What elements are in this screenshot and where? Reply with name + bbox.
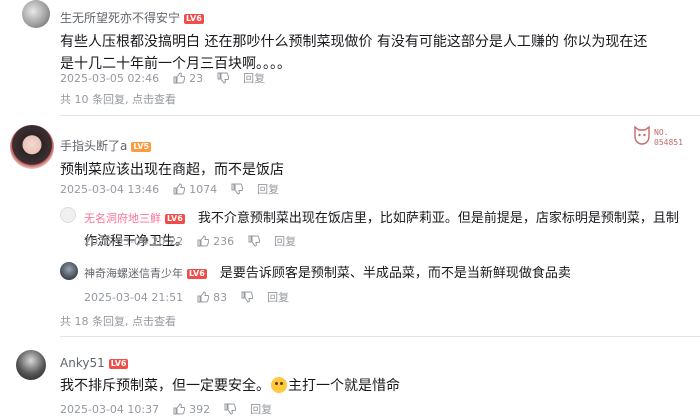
dislike-button[interactable] — [224, 403, 237, 415]
dislike-button[interactable] — [248, 235, 261, 247]
comment-meta: 2025-03-05 02:46 23 回复 — [60, 70, 265, 86]
dislike-button[interactable] — [231, 183, 244, 195]
comment-text: 我不排斥预制菜，但一定要安全。 主打一个就是惜命 — [60, 375, 660, 397]
level-badge: LV6 — [165, 214, 185, 224]
comment-meta: 2025-03-04 21:51 83 回复 — [84, 289, 289, 305]
like-count: 1074 — [189, 182, 218, 196]
username-text[interactable]: 神奇海螺迷信青少年 — [84, 267, 183, 280]
like-icon — [197, 291, 210, 303]
like-count: 83 — [213, 290, 228, 304]
like-button[interactable]: 23 — [173, 72, 203, 85]
avatar[interactable] — [60, 262, 78, 280]
level-badge: LV6 — [187, 269, 207, 279]
like-button[interactable]: 83 — [197, 291, 227, 304]
username[interactable]: 生无所望死亦不得安宁 LV6 — [60, 9, 204, 26]
view-replies: 共 10 条回复, 点击查看 — [60, 91, 176, 107]
emoji-cry-laugh-icon — [271, 377, 287, 393]
view-replies: 共 18 条回复, 点击查看 — [60, 313, 176, 329]
like-button[interactable]: 392 — [173, 403, 210, 416]
dislike-icon — [231, 183, 244, 195]
timestamp: 2025-03-04 20:22 — [84, 234, 184, 248]
like-icon — [173, 403, 186, 415]
dislike-icon — [224, 403, 237, 415]
timestamp: 2025-03-04 21:51 — [84, 290, 184, 304]
comment-text-part: 主打一个就是惜命 — [288, 378, 400, 394]
avatar[interactable] — [60, 207, 76, 223]
like-button[interactable]: 1074 — [173, 183, 217, 196]
username[interactable]: Anky51 LV6 — [60, 356, 129, 370]
view-replies-link[interactable]: 点击查看 — [132, 93, 176, 106]
reply-button[interactable]: 回复 — [267, 289, 289, 305]
view-replies-link[interactable]: 点击查看 — [132, 315, 176, 328]
like-icon — [173, 72, 186, 84]
fan-badge: NO. 054851 — [632, 124, 683, 152]
comment-text: 有些人压根都没搞明白 还在那吵什么预制菜现做价 有没有可能这部分是人工赚的 你以… — [60, 34, 648, 72]
username[interactable]: 手指头断了a LV5 — [60, 137, 152, 154]
timestamp: 2025-03-05 02:46 — [60, 71, 160, 85]
like-button[interactable]: 236 — [197, 235, 234, 248]
dislike-icon — [241, 291, 254, 303]
like-icon — [173, 183, 186, 195]
like-icon — [197, 235, 210, 247]
fan-badge-number: 054851 — [654, 138, 683, 147]
reply-button[interactable]: 回复 — [250, 401, 272, 417]
comment-text: 预制菜应该出现在商超，而不是饭店 — [60, 162, 284, 178]
level-badge: LV6 — [108, 359, 129, 369]
sub-reply: 神奇海螺迷信青少年 LV6 是要告诉顾客是预制菜、半成品菜，而不是当新鲜现做食品卖 — [84, 262, 684, 285]
like-count: 23 — [189, 71, 204, 85]
level-badge: LV6 — [184, 14, 204, 24]
comment-meta: 2025-03-04 10:37 392 回复 — [60, 401, 272, 417]
dislike-button[interactable] — [217, 72, 230, 84]
reply-button[interactable]: 回复 — [257, 181, 279, 197]
like-count: 236 — [213, 234, 235, 248]
username-text[interactable]: 无名洞府地三鲜 — [84, 212, 161, 225]
timestamp: 2025-03-04 13:46 — [60, 182, 160, 196]
dislike-icon — [217, 72, 230, 84]
comment-meta: 2025-03-04 20:22 236 回复 — [84, 233, 296, 249]
avatar[interactable] — [10, 125, 54, 169]
comment-text-part: 我不排斥预制菜，但一定要安全。 — [60, 378, 270, 394]
fan-badge-label: NO. — [654, 128, 669, 137]
avatar[interactable] — [22, 0, 50, 28]
avatar[interactable] — [16, 350, 46, 380]
dislike-icon — [248, 235, 261, 247]
username-text[interactable]: 生无所望死亦不得安宁 — [60, 11, 180, 25]
username-text[interactable]: 手指头断了a — [60, 139, 127, 153]
divider — [60, 336, 700, 337]
divider — [60, 115, 700, 116]
reply-button[interactable]: 回复 — [243, 70, 265, 86]
username-text[interactable]: Anky51 — [60, 356, 105, 370]
comment-meta: 2025-03-04 13:46 1074 回复 — [60, 181, 279, 197]
fan-badge-icon — [634, 125, 650, 145]
reply-button[interactable]: 回复 — [274, 233, 296, 249]
like-count: 392 — [189, 402, 211, 416]
level-badge: LV5 — [131, 142, 152, 152]
reply-count: 共 18 条回复, — [60, 315, 129, 328]
timestamp: 2025-03-04 10:37 — [60, 402, 160, 416]
dislike-button[interactable] — [241, 291, 254, 303]
reply-count: 共 10 条回复, — [60, 93, 129, 106]
reply-text: 是要告诉顾客是预制菜、半成品菜，而不是当新鲜现做食品卖 — [219, 266, 571, 281]
